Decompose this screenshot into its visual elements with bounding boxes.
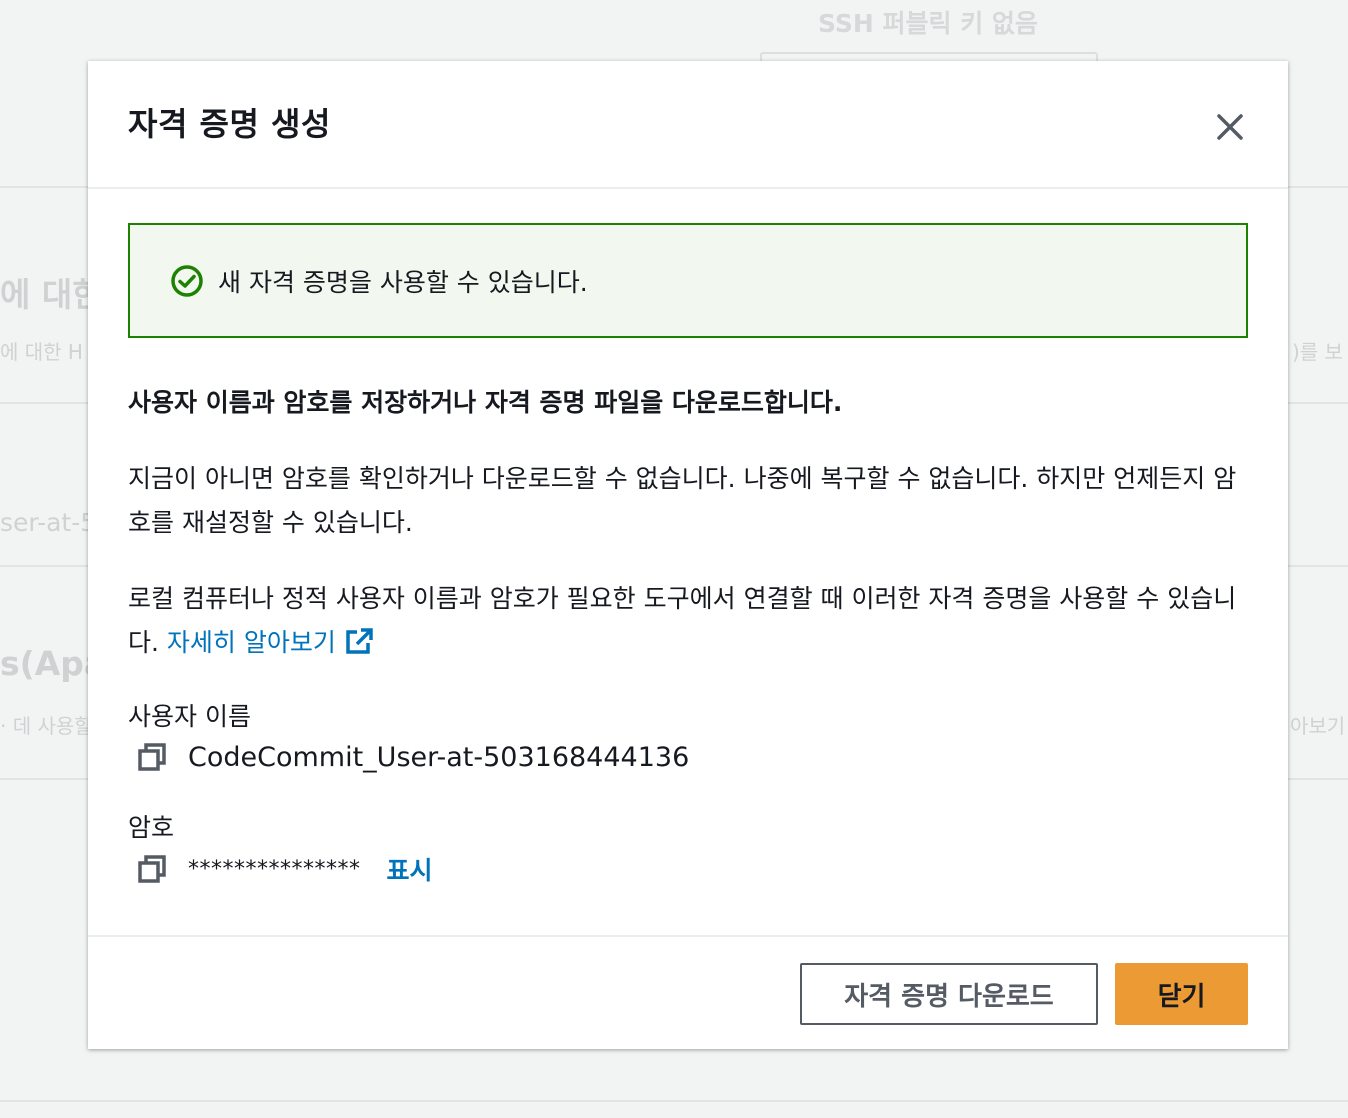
show-password-link[interactable]: 표시 xyxy=(387,851,433,887)
dialog-footer: 자격 증명 다운로드 닫기 xyxy=(88,935,1288,1049)
dialog-body: 새 자격 증명을 사용할 수 있습니다. 사용자 이름과 암호를 저장하거나 자… xyxy=(128,223,1248,885)
check-circle-icon xyxy=(170,264,204,298)
download-credentials-button[interactable]: 자격 증명 다운로드 xyxy=(800,963,1098,1025)
dialog-title: 자격 증명 생성 xyxy=(128,105,331,143)
bg-description: · 데 사용할 xyxy=(0,714,93,738)
copy-password-button[interactable] xyxy=(136,853,168,885)
external-link-icon xyxy=(346,628,373,654)
bg-divider xyxy=(0,1100,1348,1102)
copy-username-button[interactable] xyxy=(136,741,168,773)
copy-icon xyxy=(138,743,166,771)
bg-description: 에 대한 H xyxy=(0,340,83,364)
usage-description: 로컬 컴퓨터나 정적 사용자 이름과 암호가 필요한 도구에서 연결할 때 이러… xyxy=(128,577,1248,665)
username-label: 사용자 이름 xyxy=(128,702,251,731)
success-alert: 새 자격 증명을 사용할 수 있습니다. xyxy=(128,223,1248,338)
bg-username: ser-at-5 xyxy=(0,508,97,537)
bg-ssh-status: SSH 퍼블릭 키 없음 xyxy=(818,9,1038,38)
warning-text: 지금이 아니면 암호를 확인하거나 다운로드할 수 없습니다. 나중에 복구할 … xyxy=(128,464,1237,537)
alert-message: 새 자격 증명을 사용할 수 있습니다. xyxy=(218,267,588,297)
instruction-text: 사용자 이름과 암호를 저장하거나 자격 증명 파일을 다운로드합니다. xyxy=(128,388,843,417)
bg-description-right: )를 보 xyxy=(1292,340,1343,364)
learn-more-label: 자세히 알아보기 xyxy=(166,628,336,657)
username-row: CodeCommit_User-at-503168444136 xyxy=(136,741,689,773)
copy-icon xyxy=(138,855,166,883)
password-masked: *************** xyxy=(188,856,361,882)
password-label: 암호 xyxy=(128,813,175,842)
password-row: *************** 표시 xyxy=(136,851,433,887)
close-button[interactable] xyxy=(1208,105,1252,149)
dialog-header: 자격 증명 생성 xyxy=(88,61,1288,189)
username-value: CodeCommit_User-at-503168444136 xyxy=(188,741,690,773)
learn-more-link[interactable]: 자세히 알아보기 xyxy=(167,628,374,657)
create-credentials-dialog: 자격 증명 생성 새 자격 증명을 사용할 수 있습니다. 사용자 이름과 암호… xyxy=(88,61,1288,1049)
close-dialog-button[interactable]: 닫기 xyxy=(1115,963,1248,1025)
bg-link: 아보기 xyxy=(1290,714,1346,738)
close-icon xyxy=(1217,114,1243,140)
